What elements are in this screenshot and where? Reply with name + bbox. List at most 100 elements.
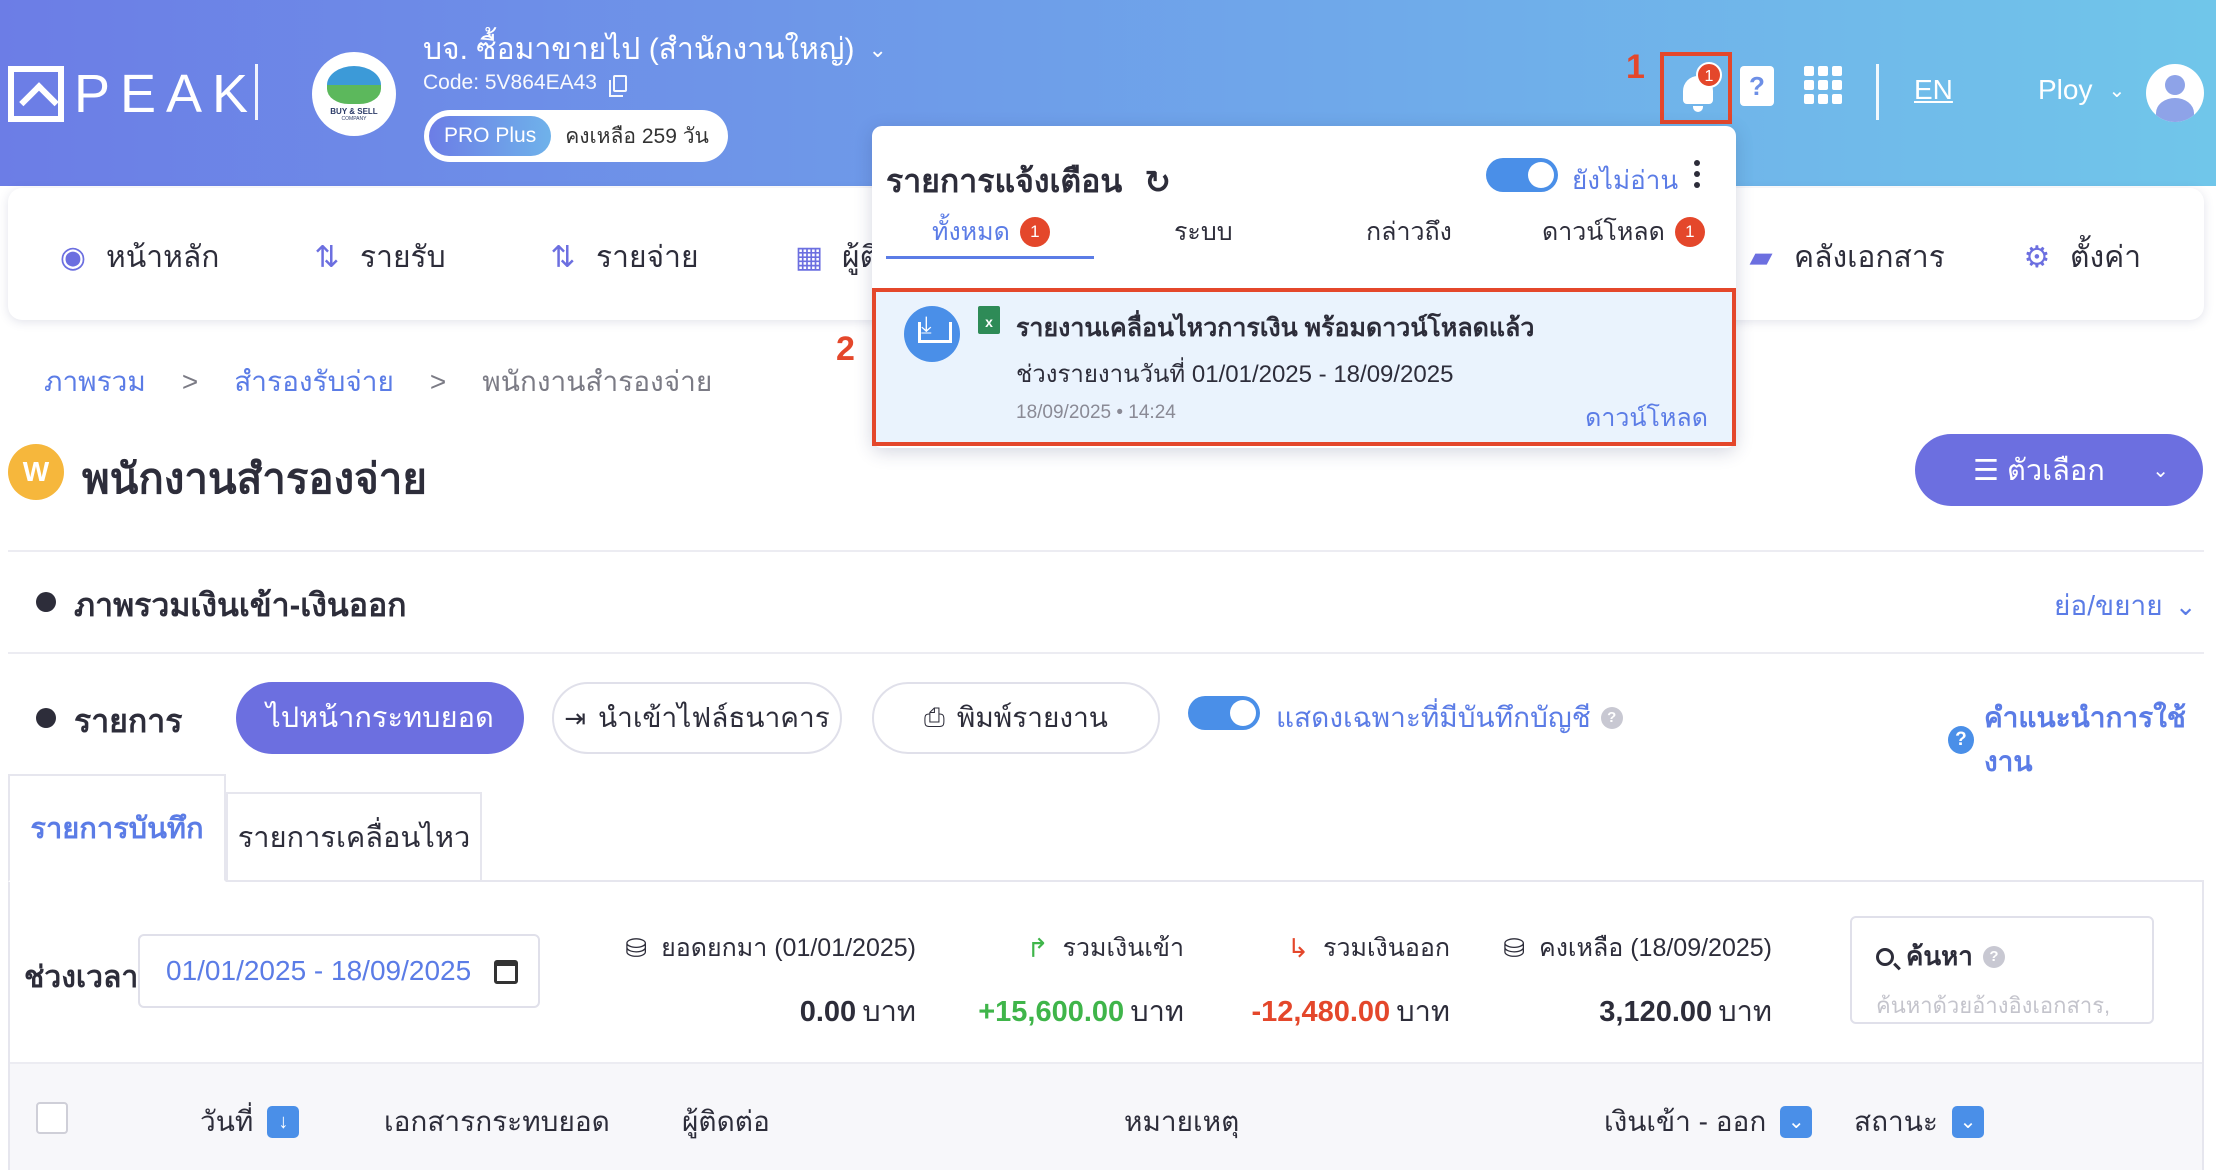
breadcrumb-separator: > (181, 366, 199, 397)
nav-item-documents[interactable]: ▰ คลังเอกสาร (1744, 234, 1945, 281)
options-button[interactable]: ☰ ตัวเลือก ⌄ (1915, 434, 2203, 506)
plan-days-left: คงเหลือ 259 วัน (565, 124, 709, 148)
show-booked-only-text: แสดงเฉพาะที่มีบันทึกบัญชี (1276, 702, 1591, 733)
user-menu[interactable]: Ploy ⌄ (2038, 74, 2125, 106)
copy-icon[interactable] (608, 74, 627, 97)
nav-item-label: คลังเอกสาร (1794, 241, 1945, 274)
column-label: วันที่ (200, 1106, 254, 1137)
notification-count-badge: 1 (1696, 62, 1722, 88)
breadcrumb-petty-cash[interactable]: สำรองรับจ่าย (234, 360, 394, 404)
peak-logo-mark (8, 66, 64, 122)
notification-tab-all[interactable]: ทั้งหมด 1 (932, 212, 1050, 252)
notification-tab-mentions[interactable]: กล่าวถึง (1366, 212, 1452, 252)
avatar[interactable] (2146, 64, 2204, 122)
plan-pill[interactable]: PRO Plus คงเหลือ 259 วัน (424, 110, 728, 162)
breadcrumb-overview[interactable]: ภาพรวม (44, 360, 146, 404)
print-report-label: พิมพ์รายงาน (956, 702, 1108, 733)
help-circle-icon: ? (1948, 726, 1974, 754)
import-bank-file-button[interactable]: ⇥ นำเข้าไฟล์ธนาคาร (552, 682, 842, 754)
notification-tab-badge: 1 (1674, 217, 1705, 247)
section-bullet (36, 708, 56, 728)
apps-grid-icon[interactable] (1804, 66, 1842, 104)
tab-movements[interactable]: รายการเคลื่อนไหว (226, 792, 482, 880)
active-tab-indicator (886, 256, 1094, 259)
notification-tab-downloads[interactable]: ดาวน์โหลด 1 (1542, 212, 1705, 252)
overview-title: ภาพรวมเงินเข้า-เงินออก (74, 587, 407, 623)
nav-item-label: รายจ่าย (596, 241, 699, 274)
help-icon[interactable]: ? (1600, 707, 1623, 729)
nav-item-expense[interactable]: ⇅ รายจ่าย (546, 234, 699, 281)
import-icon: ⇥ (564, 702, 586, 733)
header-divider (1876, 64, 1879, 120)
nav-item-contacts[interactable]: ▦ ผู้ติ (792, 234, 879, 281)
annotation-marker-1: 1 (1626, 48, 1645, 86)
stat-closing-balance: ⛁ คงเหลือ (18/09/2025) 3,120.00 บาท (1490, 928, 1772, 1034)
folder-icon: ▰ (1749, 241, 1773, 274)
usage-guide-link[interactable]: ? คำแนะนำการใช้งาน (1948, 696, 2216, 784)
nav-item-settings[interactable]: ⚙ ตั้งค่า (2020, 234, 2142, 281)
collapse-toggle[interactable]: ย่อ/ขยาย ⌄ (2054, 584, 2196, 628)
gear-icon: ⚙ (2023, 241, 2051, 274)
company-code-text: Code: 5V864EA43 (423, 71, 597, 94)
column-contact: ผู้ติดต่อ (682, 1106, 770, 1137)
refresh-icon[interactable]: ↻ (1144, 163, 1171, 201)
help-book-icon[interactable]: ? (1740, 66, 1774, 106)
annotation-marker-2: 2 (836, 330, 855, 368)
language-switch[interactable]: EN (1914, 74, 1953, 106)
print-report-button[interactable]: ⎙ พิมพ์รายงาน (872, 682, 1160, 754)
stat-label: รวมเงินออก (1323, 934, 1450, 962)
chevron-down-icon[interactable]: ⌄ (1780, 1106, 1813, 1138)
company-logo-graphic (327, 66, 381, 104)
nav-item-label: ตั้งค่า (2070, 241, 2142, 274)
breadcrumb: ภาพรวม > สำรองรับจ่าย > พนักงานสำรองจ่าย (44, 360, 712, 404)
date-range-value: 01/01/2025 - 18/09/2025 (166, 955, 472, 986)
help-icon[interactable]: ? (1982, 945, 2005, 968)
collapse-label: ย่อ/ขยาย (2054, 590, 2163, 621)
chevron-down-icon[interactable]: ⌄ (1951, 1106, 1984, 1138)
stat-total-out: ↳ รวมเงินออก -12,480.00 บาท (1226, 928, 1450, 1034)
arrow-out-icon: ↳ (1287, 932, 1310, 963)
coins-icon: ⛁ (1503, 932, 1525, 963)
search-input[interactable] (1876, 993, 2136, 1019)
divider (8, 652, 2204, 654)
column-status: สถานะ ⌄ (1854, 1100, 1984, 1144)
usage-guide-label: คำแนะนำการใช้งาน (1983, 702, 2186, 777)
tab-records[interactable]: รายการบันทึก (8, 774, 226, 882)
sort-down-icon[interactable]: ↓ (267, 1106, 300, 1138)
search-icon (1876, 947, 1894, 966)
stat-opening-balance: ⛁ ยอดยกมา (01/01/2025) 0.00 บาท (616, 928, 916, 1034)
peak-logo[interactable]: PEAK (8, 66, 258, 122)
notification-bell-button[interactable]: 1 (1660, 52, 1732, 124)
notification-item[interactable]: x รายงานเคลื่อนไหวการเงิน พร้อมดาวน์โหลด… (872, 288, 1736, 446)
download-link[interactable]: ดาวน์โหลด (1585, 398, 1708, 438)
excel-file-icon: x (978, 306, 1000, 334)
stat-value: -12,480.00 (1251, 996, 1391, 1028)
plan-badge: PRO Plus (429, 116, 552, 156)
list-title: รายการ (74, 703, 183, 739)
nav-item-home[interactable]: ◉ หน้าหลัก (56, 234, 220, 281)
notification-tab-label: ดาวน์โหลด (1542, 218, 1665, 246)
notification-item-time: 18/09/2025 • 14:24 (1016, 402, 1176, 423)
nav-item-label: รายรับ (360, 241, 446, 274)
goto-reconcile-button[interactable]: ไปหน้ากระทบยอด (236, 682, 524, 754)
more-options-icon[interactable] (1694, 160, 1700, 188)
select-all-checkbox[interactable] (36, 1102, 68, 1134)
date-range-input[interactable]: 01/01/2025 - 18/09/2025 (138, 934, 540, 1008)
column-reconcile-doc: เอกสารกระทบยอด (384, 1106, 610, 1137)
breadcrumb-separator: > (429, 366, 447, 397)
column-date: วันที่ ↓ (200, 1100, 300, 1144)
stat-total-in: ↱ รวมเงินเข้า +15,600.00 บาท (960, 928, 1184, 1034)
unread-only-toggle[interactable] (1486, 158, 1558, 192)
printer-icon: ⎙ (924, 702, 945, 732)
nav-item-income[interactable]: ⇅ รายรับ (310, 234, 446, 281)
notification-item-title: รายงานเคลื่อนไหวการเงิน พร้อมดาวน์โหลดแล… (1016, 314, 1535, 342)
notification-tab-badge: 1 (1019, 217, 1050, 247)
section-bullet (36, 592, 56, 612)
notification-item-description: ช่วงรายงานวันที่ 01/01/2025 - 18/09/2025 (1016, 361, 1454, 388)
company-switcher[interactable]: บจ. ซื้อมาขายไป (สำนักงานใหญ่) ⌄ (423, 26, 887, 73)
notification-tab-system[interactable]: ระบบ (1174, 212, 1233, 252)
stat-value: 0.00 (799, 996, 857, 1028)
show-booked-only-toggle[interactable] (1188, 696, 1260, 730)
contacts-icon: ▦ (794, 241, 824, 274)
chevron-down-icon: ⌄ (2174, 590, 2197, 621)
